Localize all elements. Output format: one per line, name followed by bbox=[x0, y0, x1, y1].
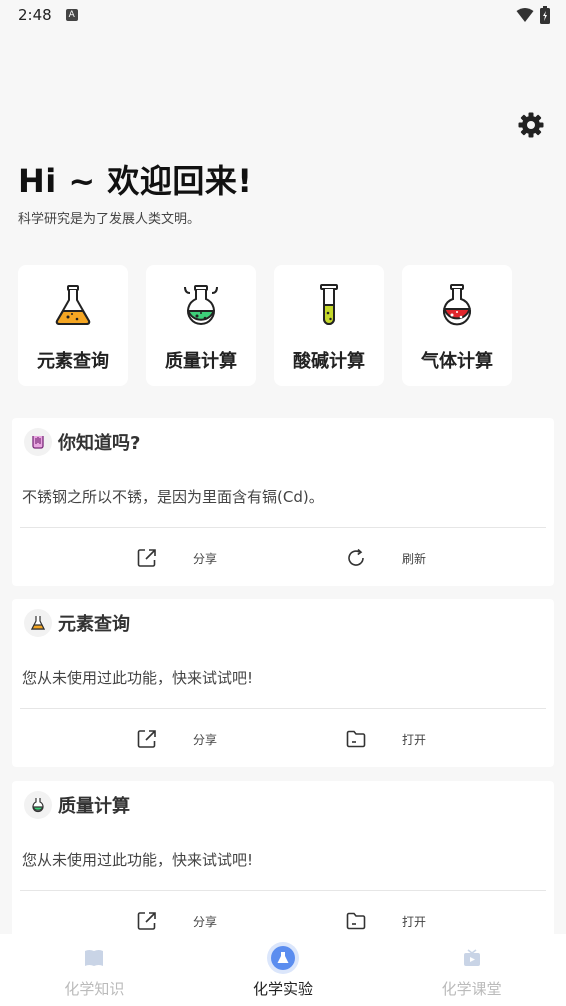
quick-tool-label: 质量计算 bbox=[165, 351, 237, 372]
tab-label: 化学实验 bbox=[253, 980, 314, 998]
refresh-button[interactable]: 刷新 bbox=[345, 536, 426, 580]
tab-chemistry-experiment[interactable]: 化学实验 bbox=[189, 934, 378, 1006]
tab-label: 化学知识 bbox=[64, 980, 125, 998]
share-label: 分享 bbox=[193, 551, 218, 566]
red-flask-icon bbox=[443, 284, 471, 326]
refresh-icon bbox=[348, 548, 364, 566]
tab-label: 化学课堂 bbox=[441, 980, 502, 998]
divider bbox=[20, 708, 546, 709]
share-label: 分享 bbox=[193, 914, 218, 929]
quick-tool-label: 气体计算 bbox=[421, 351, 493, 372]
share-button[interactable]: 分享 bbox=[136, 717, 217, 761]
book-icon bbox=[82, 946, 106, 970]
green-round-flask-icon bbox=[184, 285, 218, 325]
card-body-text: 不锈钢之所以不锈，是因为里面含有镉(Cd)。 bbox=[22, 488, 324, 506]
card-body-text: 您从未使用过此功能，快来试试吧! bbox=[22, 669, 254, 687]
card-header: 你知道吗? bbox=[24, 428, 140, 456]
status-time: 2:48 bbox=[18, 6, 52, 24]
share-label: 分享 bbox=[193, 732, 218, 747]
share-button[interactable]: 分享 bbox=[136, 536, 217, 580]
flask-tab-icon bbox=[271, 946, 295, 970]
share-icon bbox=[137, 730, 156, 748]
quick-tool-mass-calc[interactable]: 质量计算 bbox=[146, 265, 256, 386]
quick-tool-label: 元素查询 bbox=[37, 351, 109, 372]
open-button[interactable]: 打开 bbox=[345, 717, 426, 761]
refresh-label: 刷新 bbox=[402, 551, 427, 566]
quick-tool-element-query[interactable]: 元素查询 bbox=[18, 265, 128, 386]
status-bar: 2:48 A bbox=[0, 0, 566, 30]
battery-icon bbox=[540, 6, 550, 24]
tab-chemistry-class[interactable]: 化学课堂 bbox=[377, 934, 566, 1006]
settings-button[interactable] bbox=[516, 110, 546, 140]
card-title: 质量计算 bbox=[58, 796, 130, 817]
element-query-card: 元素查询 您从未使用过此功能，快来试试吧! 分享 打开 bbox=[12, 599, 554, 767]
share-icon bbox=[137, 549, 156, 567]
status-right bbox=[516, 6, 550, 24]
accessibility-notification-icon: A bbox=[65, 9, 78, 21]
orange-flask-badge-icon bbox=[24, 609, 52, 637]
greeting-subtitle: 科学研究是为了发展人类文明。 bbox=[18, 212, 201, 227]
classroom-icon bbox=[460, 946, 484, 970]
share-icon bbox=[137, 912, 156, 930]
card-title: 元素查询 bbox=[58, 614, 130, 635]
mass-calc-card: 质量计算 您从未使用过此功能，快来试试吧! 分享 打开 bbox=[12, 781, 554, 949]
open-label: 打开 bbox=[402, 732, 427, 747]
divider bbox=[20, 890, 546, 891]
folder-icon bbox=[346, 730, 366, 748]
green-flask-badge-icon bbox=[24, 791, 52, 819]
card-title: 你知道吗? bbox=[58, 433, 141, 454]
quick-tools-row: 元素查询 质量计算 酸碱计算 气体计算 bbox=[18, 265, 512, 386]
folder-icon bbox=[346, 912, 366, 930]
quick-tool-label: 酸碱计算 bbox=[293, 351, 365, 372]
card-header: 质量计算 bbox=[24, 791, 130, 819]
test-tube-icon bbox=[320, 284, 338, 325]
card-header: 元素查询 bbox=[24, 609, 130, 637]
beaker-badge-icon bbox=[24, 428, 52, 456]
orange-flask-icon bbox=[55, 285, 91, 325]
greeting-title: Hi ~ 欢迎回来! bbox=[18, 162, 253, 200]
wifi-icon bbox=[516, 8, 534, 22]
open-label: 打开 bbox=[402, 914, 427, 929]
divider bbox=[20, 527, 546, 528]
quick-tool-acid-base-calc[interactable]: 酸碱计算 bbox=[274, 265, 384, 386]
did-you-know-card: 你知道吗? 不锈钢之所以不锈，是因为里面含有镉(Cd)。 分享 刷新 bbox=[12, 418, 554, 586]
quick-tool-gas-calc[interactable]: 气体计算 bbox=[402, 265, 512, 386]
card-body-text: 您从未使用过此功能，快来试试吧! bbox=[22, 851, 254, 869]
tab-chemistry-knowledge[interactable]: 化学知识 bbox=[0, 934, 189, 1006]
bottom-tab-bar: 化学知识 化学实验 化学课堂 bbox=[0, 934, 566, 1006]
gear-icon bbox=[518, 112, 544, 138]
